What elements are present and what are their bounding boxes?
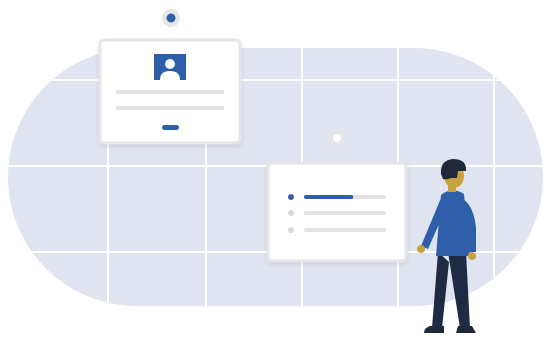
person-back-hand	[417, 245, 425, 253]
list-line	[304, 228, 386, 232]
list-line	[304, 211, 386, 215]
person-front-hand	[468, 252, 476, 260]
illustration-scene	[0, 0, 543, 337]
profile-card-line-2	[116, 106, 224, 110]
person-front-shoe	[456, 326, 476, 333]
list-bullet	[288, 210, 294, 216]
profile-card	[98, 38, 242, 145]
profile-card-pin-icon	[162, 9, 180, 27]
list-bullet-active	[288, 194, 294, 200]
list-bullet	[288, 227, 294, 233]
profile-card-accent-bar	[162, 125, 179, 130]
person-back-shoe	[424, 326, 444, 333]
list-line-progress	[304, 195, 354, 199]
list-card-pin-icon	[329, 130, 345, 146]
list-card	[266, 161, 408, 263]
illustration-svg	[8, 9, 543, 333]
user-avatar-icon	[154, 54, 186, 80]
profile-card-line-1	[116, 90, 224, 94]
